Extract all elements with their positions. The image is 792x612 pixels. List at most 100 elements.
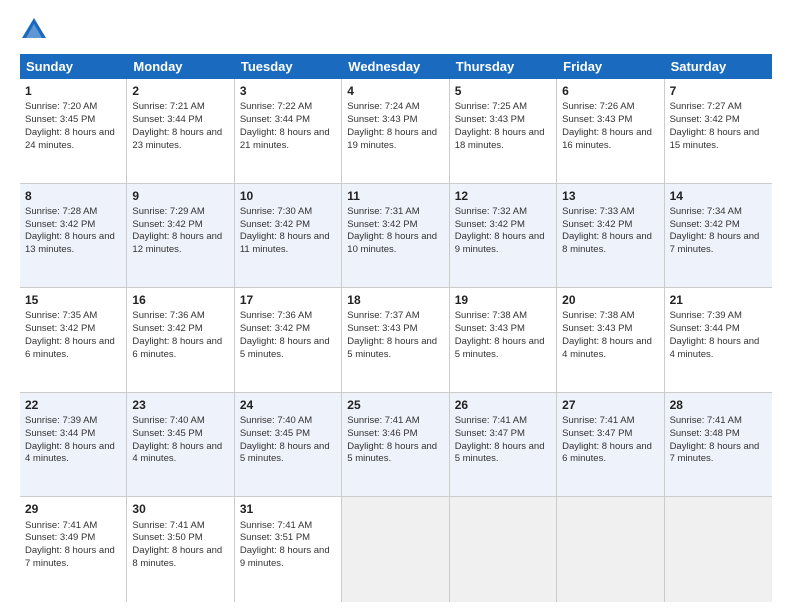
daylight-hours: Daylight: 8 hours and 16 minutes. — [562, 127, 652, 151]
calendar-cell: 13Sunrise: 7:33 AMSunset: 3:42 PMDayligh… — [557, 184, 664, 288]
sunset: Sunset: 3:42 PM — [240, 219, 310, 230]
daylight-hours: Daylight: 8 hours and 11 minutes. — [240, 231, 330, 255]
day-number: 11 — [347, 188, 443, 204]
day-number: 31 — [240, 501, 336, 517]
sunset: Sunset: 3:49 PM — [25, 532, 95, 543]
day-number: 2 — [132, 83, 228, 99]
sunset: Sunset: 3:42 PM — [132, 323, 202, 334]
sunset: Sunset: 3:46 PM — [347, 428, 417, 439]
daylight-hours: Daylight: 8 hours and 12 minutes. — [132, 231, 222, 255]
calendar-cell: 4Sunrise: 7:24 AMSunset: 3:43 PMDaylight… — [342, 79, 449, 183]
calendar-cell: 23Sunrise: 7:40 AMSunset: 3:45 PMDayligh… — [127, 393, 234, 497]
sunset: Sunset: 3:43 PM — [562, 323, 632, 334]
calendar-cell: 21Sunrise: 7:39 AMSunset: 3:44 PMDayligh… — [665, 288, 772, 392]
daylight-hours: Daylight: 8 hours and 4 minutes. — [132, 441, 222, 465]
sunrise: Sunrise: 7:32 AM — [455, 206, 527, 217]
daylight-hours: Daylight: 8 hours and 5 minutes. — [240, 336, 330, 360]
sunrise: Sunrise: 7:35 AM — [25, 310, 97, 321]
calendar-cell: 20Sunrise: 7:38 AMSunset: 3:43 PMDayligh… — [557, 288, 664, 392]
calendar-cell: 9Sunrise: 7:29 AMSunset: 3:42 PMDaylight… — [127, 184, 234, 288]
calendar-cell: 22Sunrise: 7:39 AMSunset: 3:44 PMDayligh… — [20, 393, 127, 497]
calendar-cell — [557, 497, 664, 602]
sunset: Sunset: 3:43 PM — [455, 114, 525, 125]
calendar-cell: 24Sunrise: 7:40 AMSunset: 3:45 PMDayligh… — [235, 393, 342, 497]
daylight-hours: Daylight: 8 hours and 9 minutes. — [455, 231, 545, 255]
day-number: 6 — [562, 83, 658, 99]
sunset: Sunset: 3:47 PM — [455, 428, 525, 439]
calendar-cell: 18Sunrise: 7:37 AMSunset: 3:43 PMDayligh… — [342, 288, 449, 392]
sunrise: Sunrise: 7:41 AM — [562, 415, 634, 426]
calendar-cell: 12Sunrise: 7:32 AMSunset: 3:42 PMDayligh… — [450, 184, 557, 288]
daylight-hours: Daylight: 8 hours and 10 minutes. — [347, 231, 437, 255]
day-number: 30 — [132, 501, 228, 517]
header-day-thursday: Thursday — [450, 54, 557, 79]
daylight-hours: Daylight: 8 hours and 5 minutes. — [347, 441, 437, 465]
day-number: 1 — [25, 83, 121, 99]
sunset: Sunset: 3:44 PM — [25, 428, 95, 439]
calendar-cell: 30Sunrise: 7:41 AMSunset: 3:50 PMDayligh… — [127, 497, 234, 602]
day-number: 18 — [347, 292, 443, 308]
sunrise: Sunrise: 7:41 AM — [132, 520, 204, 531]
calendar-cell: 16Sunrise: 7:36 AMSunset: 3:42 PMDayligh… — [127, 288, 234, 392]
calendar-cell: 3Sunrise: 7:22 AMSunset: 3:44 PMDaylight… — [235, 79, 342, 183]
calendar-cell: 6Sunrise: 7:26 AMSunset: 3:43 PMDaylight… — [557, 79, 664, 183]
sunset: Sunset: 3:45 PM — [240, 428, 310, 439]
sunrise: Sunrise: 7:41 AM — [455, 415, 527, 426]
calendar: SundayMondayTuesdayWednesdayThursdayFrid… — [20, 54, 772, 602]
day-number: 4 — [347, 83, 443, 99]
day-number: 16 — [132, 292, 228, 308]
day-number: 3 — [240, 83, 336, 99]
sunset: Sunset: 3:47 PM — [562, 428, 632, 439]
daylight-hours: Daylight: 8 hours and 5 minutes. — [240, 441, 330, 465]
sunrise: Sunrise: 7:22 AM — [240, 101, 312, 112]
sunset: Sunset: 3:42 PM — [25, 323, 95, 334]
day-number: 22 — [25, 397, 121, 413]
calendar-cell: 5Sunrise: 7:25 AMSunset: 3:43 PMDaylight… — [450, 79, 557, 183]
calendar-week-4: 22Sunrise: 7:39 AMSunset: 3:44 PMDayligh… — [20, 393, 772, 498]
day-number: 13 — [562, 188, 658, 204]
calendar-cell: 31Sunrise: 7:41 AMSunset: 3:51 PMDayligh… — [235, 497, 342, 602]
sunset: Sunset: 3:43 PM — [347, 323, 417, 334]
sunrise: Sunrise: 7:40 AM — [132, 415, 204, 426]
sunset: Sunset: 3:50 PM — [132, 532, 202, 543]
header-day-saturday: Saturday — [665, 54, 772, 79]
logo — [20, 16, 52, 44]
day-number: 26 — [455, 397, 551, 413]
day-number: 24 — [240, 397, 336, 413]
sunrise: Sunrise: 7:29 AM — [132, 206, 204, 217]
day-number: 12 — [455, 188, 551, 204]
calendar-cell — [665, 497, 772, 602]
sunset: Sunset: 3:43 PM — [455, 323, 525, 334]
day-number: 20 — [562, 292, 658, 308]
calendar-cell: 11Sunrise: 7:31 AMSunset: 3:42 PMDayligh… — [342, 184, 449, 288]
sunset: Sunset: 3:42 PM — [562, 219, 632, 230]
day-number: 27 — [562, 397, 658, 413]
sunrise: Sunrise: 7:41 AM — [25, 520, 97, 531]
day-number: 10 — [240, 188, 336, 204]
sunset: Sunset: 3:44 PM — [240, 114, 310, 125]
header-day-sunday: Sunday — [20, 54, 127, 79]
sunrise: Sunrise: 7:36 AM — [240, 310, 312, 321]
day-number: 19 — [455, 292, 551, 308]
sunrise: Sunrise: 7:31 AM — [347, 206, 419, 217]
sunrise: Sunrise: 7:41 AM — [240, 520, 312, 531]
day-number: 14 — [670, 188, 767, 204]
day-number: 15 — [25, 292, 121, 308]
sunset: Sunset: 3:45 PM — [25, 114, 95, 125]
daylight-hours: Daylight: 8 hours and 7 minutes. — [25, 545, 115, 569]
day-number: 29 — [25, 501, 121, 517]
daylight-hours: Daylight: 8 hours and 5 minutes. — [455, 336, 545, 360]
header-day-tuesday: Tuesday — [235, 54, 342, 79]
calendar-body: 1Sunrise: 7:20 AMSunset: 3:45 PMDaylight… — [20, 79, 772, 602]
day-number: 7 — [670, 83, 767, 99]
header-day-monday: Monday — [127, 54, 234, 79]
calendar-cell: 1Sunrise: 7:20 AMSunset: 3:45 PMDaylight… — [20, 79, 127, 183]
daylight-hours: Daylight: 8 hours and 4 minutes. — [670, 336, 760, 360]
sunrise: Sunrise: 7:37 AM — [347, 310, 419, 321]
day-number: 21 — [670, 292, 767, 308]
daylight-hours: Daylight: 8 hours and 23 minutes. — [132, 127, 222, 151]
calendar-cell — [342, 497, 449, 602]
sunrise: Sunrise: 7:24 AM — [347, 101, 419, 112]
calendar-cell: 14Sunrise: 7:34 AMSunset: 3:42 PMDayligh… — [665, 184, 772, 288]
sunset: Sunset: 3:45 PM — [132, 428, 202, 439]
